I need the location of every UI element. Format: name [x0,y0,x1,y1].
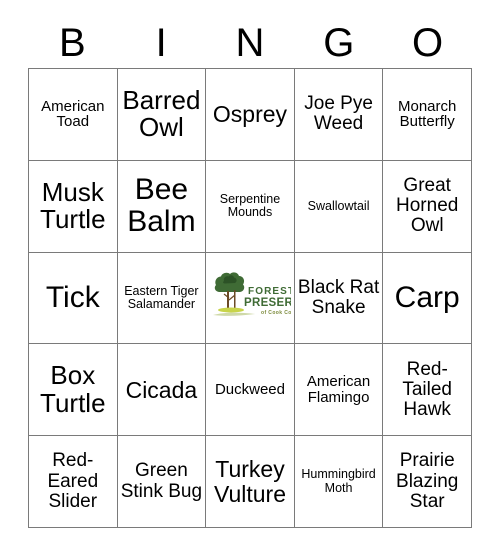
bingo-cell[interactable]: Barred Owl [116,68,207,161]
bingo-cell[interactable]: American Flamingo [293,343,384,437]
bingo-cell[interactable]: Musk Turtle [28,159,118,253]
header-letter-o: O [412,21,444,65]
bingo-row: Tick Eastern Tiger Salamander FORESTPRESER… [28,251,472,345]
bingo-cell-label: Serpentine Mounds [219,191,281,220]
svg-text:PRESERVES: PRESERVES [244,297,291,309]
header-letter-g: G [323,21,355,65]
bingo-cell-label: Osprey [212,101,288,128]
bingo-cell[interactable]: Prairie Blazing Star [382,435,472,528]
bingo-cell-label: Red-Tailed Hawk [402,358,453,420]
bingo-cell[interactable]: Box Turtle [28,343,118,437]
header-letter-n: N [235,21,265,65]
bingo-cell[interactable]: Swallowtail [293,159,384,253]
bingo-cell[interactable]: Hummingbird Moth [293,435,384,528]
bingo-cell[interactable]: Turkey Vulture [205,435,295,528]
bingo-cell[interactable]: Monarch Butterfly [382,68,472,161]
header-letter-b: B [59,21,86,65]
bingo-cell[interactable]: Duckweed [205,343,295,437]
bingo-cell-label: Musk Turtle [40,176,106,235]
bingo-cell-label: Swallowtail [307,198,370,213]
bingo-cell[interactable]: Red-Eared Slider [28,435,118,528]
bingo-free-space-logo[interactable]: FORESTPRESERVESof Cook County [205,251,295,345]
bingo-cell[interactable]: Serpentine Mounds [205,159,295,253]
bingo-cell[interactable]: Osprey [205,68,295,161]
bingo-cell-label: Eastern Tiger Salamander [124,283,199,311]
bingo-cell[interactable]: Bee Balm [116,159,207,253]
bingo-header: B I N G O [28,18,472,68]
bingo-cell-label: Great Horned Owl [396,175,459,237]
bingo-cell-label: Turkey Vulture [213,456,286,507]
bingo-grid: American Toad Barred Owl Osprey Joe Pye Wee… [28,68,472,528]
bingo-cell-label: Green Stink Bug [120,460,203,502]
bingo-cell[interactable]: American Toad [28,68,118,161]
bingo-cell-label: Hummingbird Moth [301,467,376,495]
bingo-cell[interactable]: Green Stink Bug [116,435,207,528]
bingo-cell-label: Black Rat Snake [297,276,380,318]
bingo-cell-label: Red-Eared Slider [47,450,99,512]
bingo-cell-label: Prairie Blazing Star [396,450,459,512]
logo-wordmark: FORESTPRESERVESof Cook County [244,286,291,316]
bingo-card: B I N G O American Toad Barred Owl Osprey J… [28,18,472,528]
bingo-cell[interactable]: Black Rat Snake [293,251,384,345]
bingo-cell-label: American Flamingo [306,372,371,406]
forest-preserves-logo: FORESTPRESERVESof Cook County [208,253,292,343]
header-letter-i: I [155,21,167,65]
bingo-cell[interactable]: Great Horned Owl [382,159,472,253]
bingo-cell-label: Monarch Butterfly [398,97,457,131]
svg-text:FOREST: FOREST [248,286,291,297]
bingo-cell-label: Barred Owl [122,84,201,143]
bingo-cell[interactable]: Carp [382,251,472,345]
bingo-cell[interactable]: Tick [28,251,118,345]
bingo-cell-label: Bee Balm [127,173,196,239]
bingo-cell-label: Duckweed [214,380,285,398]
bingo-cell[interactable]: Red-Tailed Hawk [382,343,472,437]
bingo-cell-label: Tick [45,281,100,315]
bingo-cell-label: Carp [394,281,460,315]
bingo-row: American Toad Barred Owl Osprey Joe Pye Wee… [28,68,472,161]
bingo-cell-label: American Toad [41,97,105,131]
bingo-row: Musk Turtle Bee Balm Serpentine Mounds Swal… [28,159,472,253]
bingo-cell[interactable]: Joe Pye Weed [293,68,384,161]
bingo-cell-label: Cicada [125,376,198,403]
bingo-cell-label: Box Turtle [40,360,106,418]
bingo-cell-label: Joe Pye Weed [304,93,373,135]
bingo-cell[interactable]: Eastern Tiger Salamander [116,251,207,345]
bingo-row: Box Turtle Cicada Duckweed American Flaming… [28,343,472,437]
svg-text:of Cook County: of Cook County [261,310,291,316]
bingo-row: Red-Eared Slider Green Stink Bug Turkey Vu… [28,435,472,528]
bingo-cell[interactable]: Cicada [116,343,207,437]
